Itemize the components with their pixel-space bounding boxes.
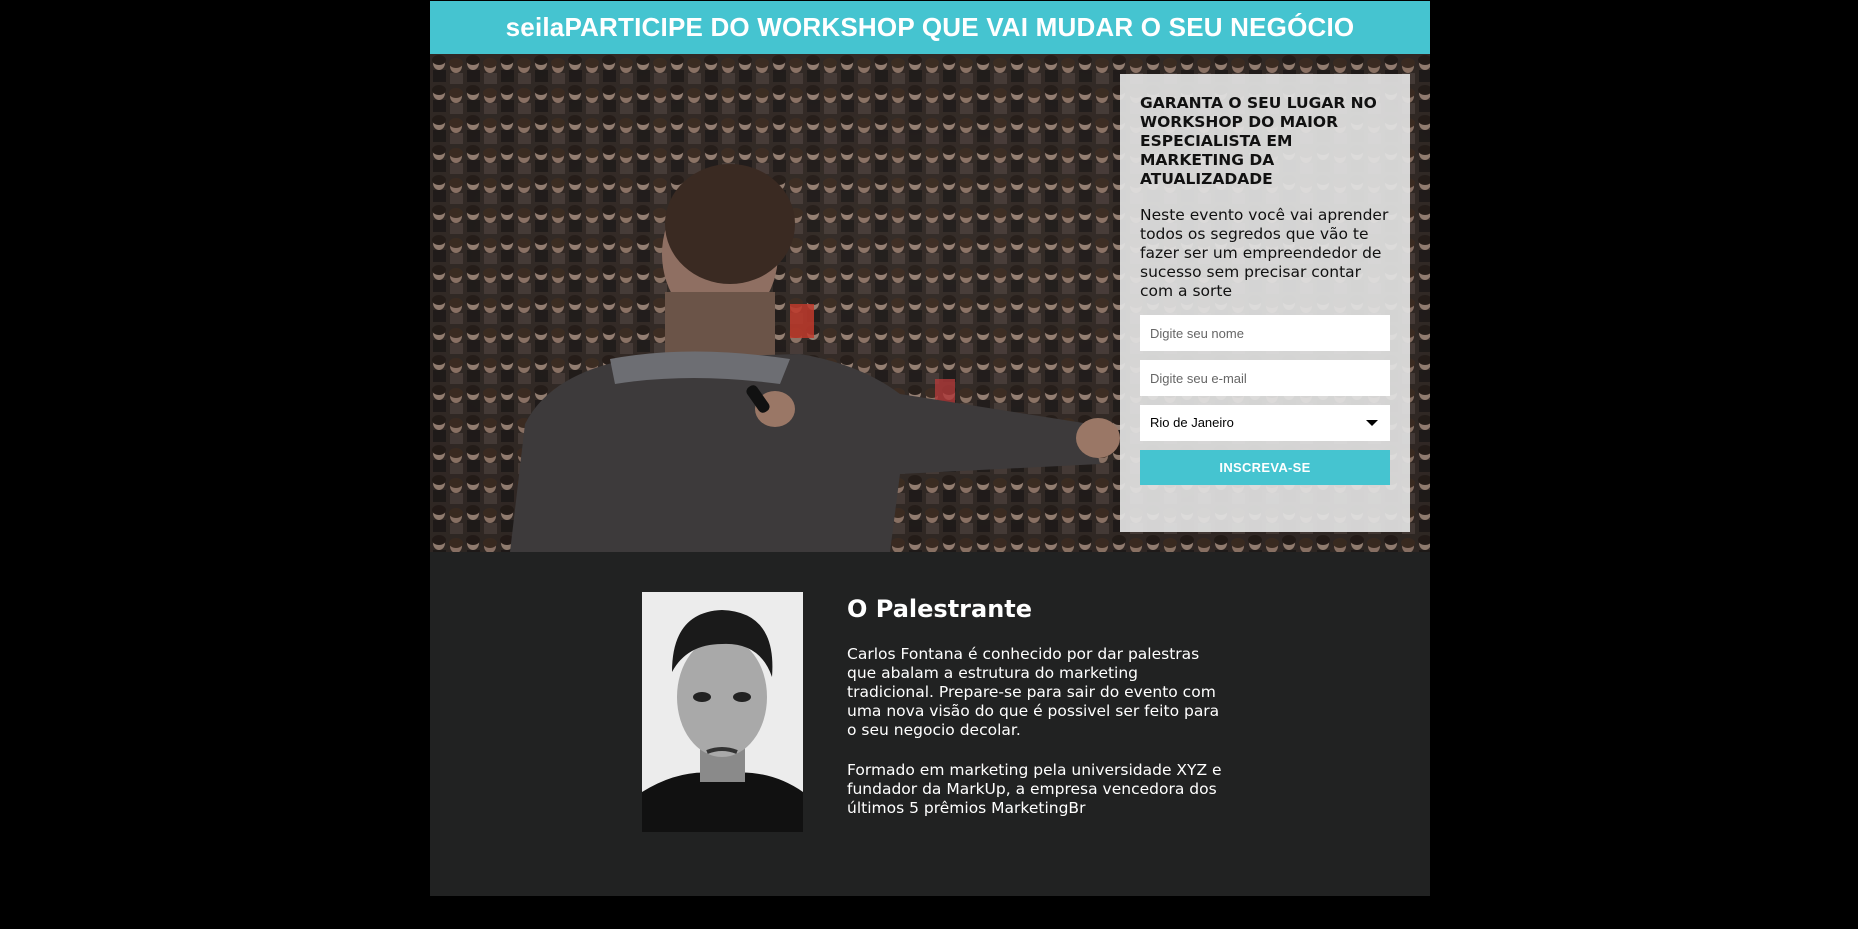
speaker-photo	[642, 592, 803, 832]
page-title-banner: seilaPARTICIPE DO WORKSHOP QUE VAI MUDAR…	[430, 1, 1430, 54]
speaker-portrait-image	[642, 592, 803, 832]
landing-page: seilaPARTICIPE DO WORKSHOP QUE VAI MUDAR…	[430, 1, 1430, 896]
chevron-down-icon	[1366, 420, 1378, 426]
speaker-bio-paragraph-2: Formado em marketing pela universidade X…	[847, 761, 1222, 817]
city-select-value: Rio de Janeiro	[1150, 415, 1234, 430]
email-input[interactable]	[1140, 360, 1390, 396]
form-description: Neste evento você vai aprender todos os …	[1140, 206, 1389, 300]
form-heading: GARANTA O SEU LUGAR NO WORKSHOP DO MAIOR…	[1140, 94, 1377, 188]
speaker-bio-paragraph-1: Carlos Fontana é conhecido por dar pales…	[847, 645, 1220, 739]
hero-section: GARANTA O SEU LUGAR NO WORKSHOP DO MAIOR…	[430, 54, 1430, 552]
name-input[interactable]	[1140, 315, 1390, 351]
city-select[interactable]: Rio de Janeiro	[1140, 405, 1390, 441]
subscribe-button[interactable]: INSCREVA-SE	[1140, 450, 1390, 485]
speaker-section-title: O Palestrante	[847, 595, 1033, 623]
signup-form-card: GARANTA O SEU LUGAR NO WORKSHOP DO MAIOR…	[1120, 74, 1410, 532]
